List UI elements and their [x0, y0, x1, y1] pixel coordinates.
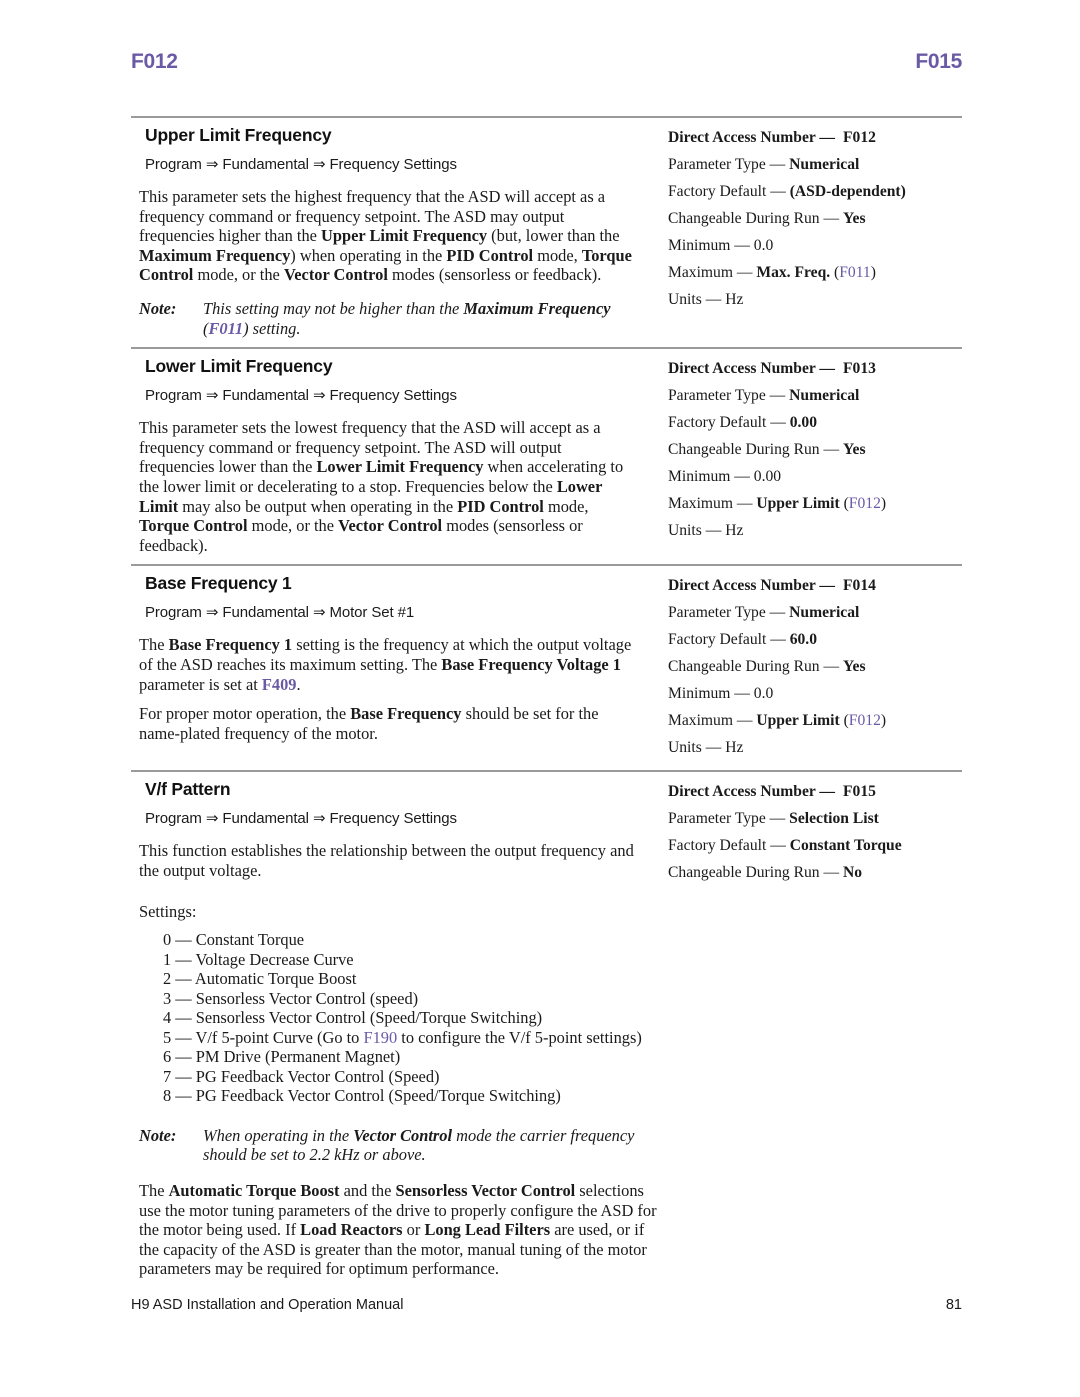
section-upper-limit-frequency: Upper Limit Frequency Program ⇒ Fundamen… [131, 116, 962, 338]
section-body: V/f Pattern Program ⇒ Fundamental ⇒ Freq… [131, 772, 650, 880]
spec-factory-default: Factory Default — (ASD-dependent) [668, 183, 906, 200]
spec-minimum: Minimum — 0.0 [668, 685, 774, 703]
menu-path: Program ⇒ Fundamental ⇒ Frequency Settin… [145, 387, 457, 405]
spec-direct-access-number: Direct Access Number — F013 [668, 360, 876, 378]
section-title: Upper Limit Frequency [145, 125, 332, 145]
closing-paragraph: The Automatic Torque Boost and the Senso… [139, 1181, 657, 1279]
settings-option: 6 — PM Drive (Permanent Magnet) [163, 1047, 401, 1067]
section-paragraph: This parameter sets the lowest frequency… [139, 418, 624, 555]
spec-direct-access-number: Direct Access Number — F015 [668, 783, 876, 801]
note-block: Note: This setting may not be higher tha… [139, 299, 640, 338]
manual-page: F012 F015 Upper Limit Frequency Program … [0, 0, 1080, 1397]
spec-changeable-during-run: Changeable During Run — Yes [668, 441, 866, 459]
spec-parameter-type: Parameter Type — Selection List [668, 810, 879, 828]
spec-changeable-during-run: Changeable During Run — Yes [668, 658, 866, 676]
settings-option: 1 — Voltage Decrease Curve [163, 949, 354, 969]
spec-list-f012: Direct Access Number — F012 Parameter Typ… [650, 118, 962, 313]
cross-reference[interactable]: F011 [839, 264, 870, 281]
cross-reference[interactable]: F011 [208, 319, 243, 338]
footer-page-number: 81 [945, 1297, 962, 1313]
settings-option: 7 — PG Feedback Vector Control (Speed) [163, 1066, 440, 1086]
settings-option: 4 — Sensorless Vector Control (Speed/Tor… [163, 1008, 543, 1028]
section-paragraph-2: For proper motor operation, the Base Fre… [139, 704, 599, 743]
cross-reference[interactable]: F190 [363, 1028, 397, 1047]
spec-list-f014: Direct Access Number — F014 Parameter Typ… [650, 566, 962, 761]
running-head-left: F012 [131, 50, 178, 73]
spec-direct-access-number: Direct Access Number — F012 [668, 129, 876, 146]
running-head: F012 F015 [131, 50, 962, 74]
menu-path: Program ⇒ Fundamental ⇒ Motor Set #1 [145, 604, 415, 622]
running-head-right: F015 [915, 50, 962, 73]
section-paragraph: This parameter sets the highest frequenc… [139, 187, 632, 285]
settings-option: 2 — Automatic Torque Boost [163, 969, 357, 989]
page-content: Upper Limit Frequency Program ⇒ Fundamen… [131, 116, 962, 1279]
spec-units: Units — Hz [668, 291, 744, 308]
spec-factory-default: Factory Default — 0.00 [668, 414, 817, 432]
spec-maximum: Maximum — Upper Limit (F012) [668, 712, 887, 730]
spec-minimum: Minimum — 0.0 [668, 237, 774, 254]
section-title: Lower Limit Frequency [145, 356, 333, 377]
section-body: Upper Limit Frequency Program ⇒ Fundamen… [131, 118, 650, 338]
section-body: Base Frequency 1 Program ⇒ Fundamental ⇒… [131, 566, 650, 743]
spec-factory-default: Factory Default — Constant Torque [668, 837, 902, 855]
menu-path: Program ⇒ Fundamental ⇒ Frequency Settin… [145, 156, 457, 173]
spec-changeable-during-run: Changeable During Run — No [668, 864, 863, 882]
spec-changeable-during-run: Changeable During Run — Yes [668, 210, 866, 227]
settings-option: 3 — Sensorless Vector Control (speed) [163, 988, 419, 1008]
note-block: Note: When operating in the Vector Contr… [139, 1126, 962, 1165]
spec-list-f013: Direct Access Number — F013 Parameter Typ… [650, 349, 962, 544]
note-text: When operating in the Vector Control mod… [203, 1125, 635, 1165]
cross-reference[interactable]: F012 [849, 495, 881, 512]
cross-reference[interactable]: F012 [849, 712, 881, 729]
spec-parameter-type: Parameter Type — Numerical [668, 387, 860, 405]
spec-parameter-type: Parameter Type — Numerical [668, 156, 860, 173]
spec-factory-default: Factory Default — 60.0 [668, 631, 817, 649]
settings-lead: Settings: [139, 902, 197, 922]
section-paragraph: The Base Frequency 1 setting is the freq… [139, 635, 632, 694]
cross-reference[interactable]: F409 [262, 675, 297, 694]
settings-option: 5 — V/f 5-point Curve (Go to F190 to con… [163, 1027, 642, 1047]
section-title: V/f Pattern [145, 779, 231, 800]
spec-units: Units — Hz [668, 522, 744, 540]
section-paragraph: This function establishes the relationsh… [139, 841, 634, 880]
section-lower-limit-frequency: Lower Limit Frequency Program ⇒ Fundamen… [131, 347, 962, 555]
spec-direct-access-number: Direct Access Number — F014 [668, 577, 876, 595]
note-label: Note: [139, 298, 177, 318]
spec-minimum: Minimum — 0.00 [668, 468, 782, 486]
section-title: Base Frequency 1 [145, 573, 292, 594]
note-label: Note: [139, 1125, 177, 1145]
settings-option: 0 — Constant Torque [163, 930, 305, 950]
page-footer: H9 ASD Installation and Operation Manual… [131, 1297, 962, 1313]
menu-path: Program ⇒ Fundamental ⇒ Frequency Settin… [145, 810, 457, 828]
section-base-frequency-1: Base Frequency 1 Program ⇒ Fundamental ⇒… [131, 564, 962, 761]
section-body: Lower Limit Frequency Program ⇒ Fundamen… [131, 349, 650, 555]
spec-list-f015: Direct Access Number — F015 Parameter Typ… [650, 772, 962, 886]
spec-parameter-type: Parameter Type — Numerical [668, 604, 860, 622]
section-vf-pattern: V/f Pattern Program ⇒ Fundamental ⇒ Freq… [131, 770, 962, 1279]
note-text: This setting may not be higher than the … [203, 298, 611, 338]
footer-manual-title: H9 ASD Installation and Operation Manual [131, 1297, 404, 1313]
spec-maximum: Maximum — Max. Freq. (F011) [668, 264, 876, 281]
spec-units: Units — Hz [668, 739, 744, 757]
settings-option: 8 — PG Feedback Vector Control (Speed/To… [163, 1086, 561, 1106]
settings-option-list: 0 — Constant Torque 1 — Voltage Decrease… [163, 930, 962, 1106]
spec-maximum: Maximum — Upper Limit (F012) [668, 495, 887, 513]
